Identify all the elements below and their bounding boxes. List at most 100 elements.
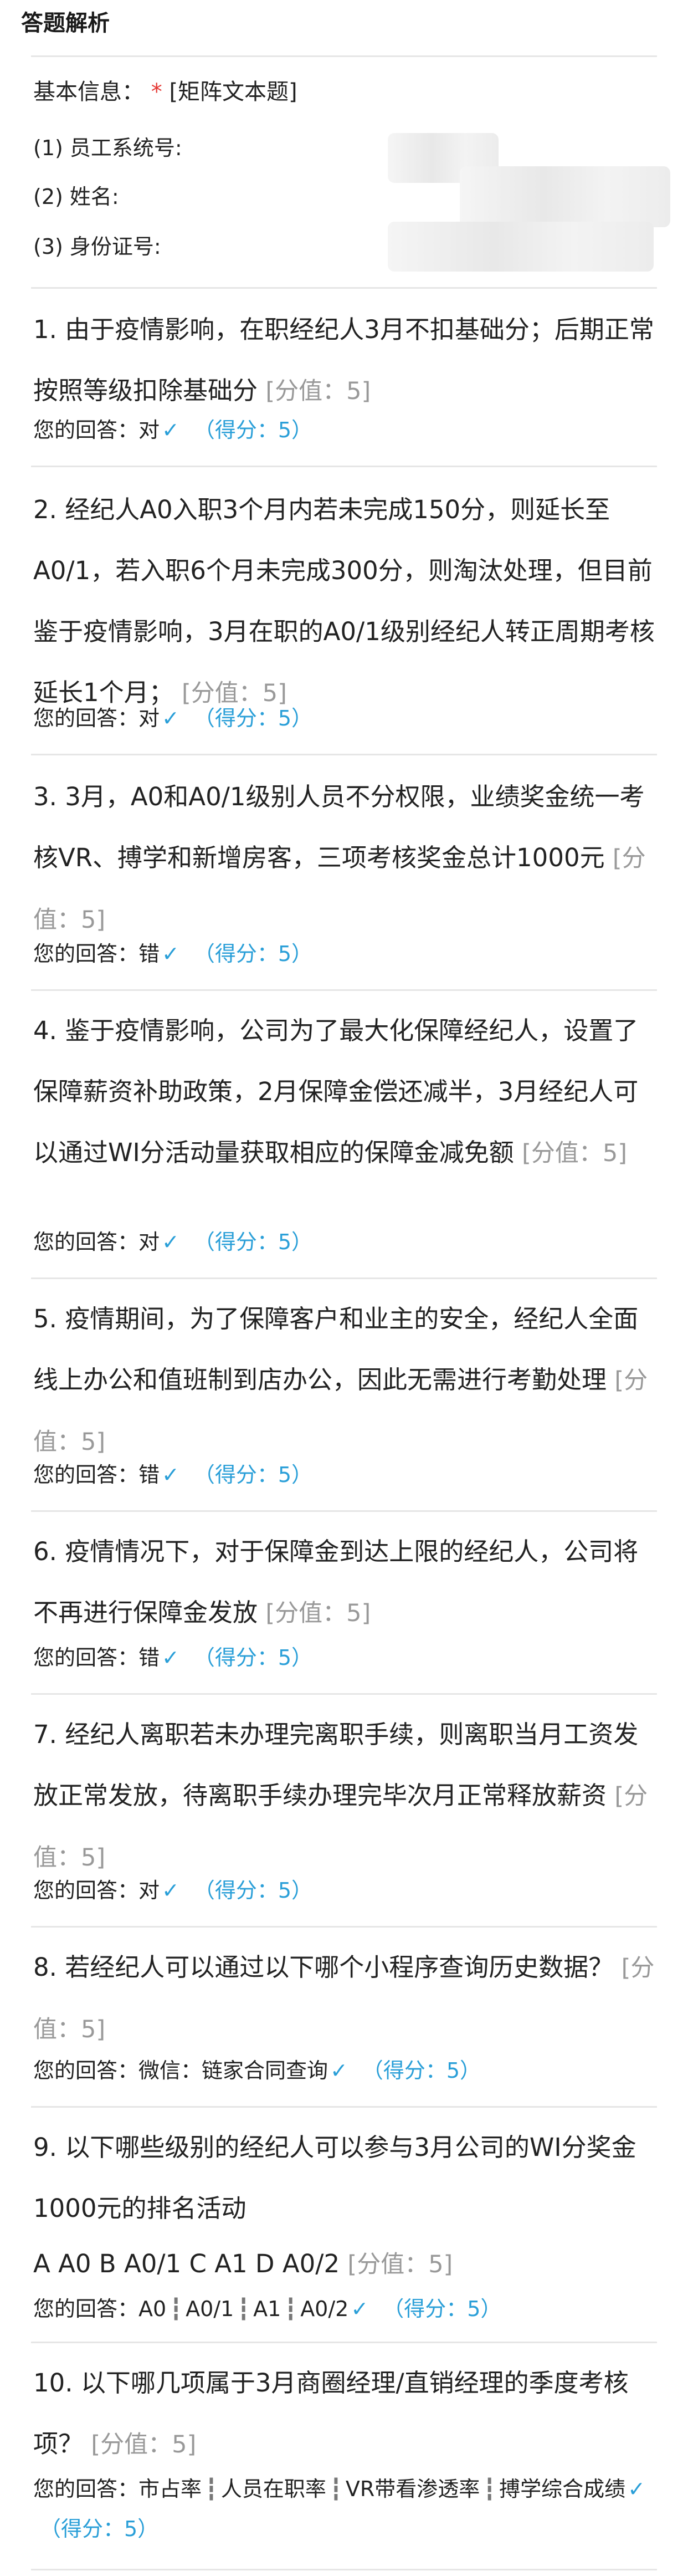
divider — [31, 2342, 657, 2343]
check-icon: ✓ — [162, 942, 179, 966]
points: （得分：5） — [40, 2517, 159, 2541]
separator: ┇ — [483, 2477, 496, 2501]
answer-row: 您的回答：对 ✓ （得分：5） — [33, 1870, 660, 1910]
answer-value: 对 — [138, 418, 160, 442]
divider — [31, 55, 657, 57]
question-text: 8. 若经纪人可以通过以下哪个小程序查询历史数据？ — [33, 1953, 614, 1982]
separator: ┇ — [170, 2297, 183, 2321]
answer-value: 错 — [138, 1463, 160, 1487]
answer-option: A1 — [253, 2297, 281, 2321]
points: （得分：5） — [193, 1230, 313, 1254]
field-employee-id: (1) 员工系统号: — [33, 136, 182, 160]
field-id-number: (3) 身份证号: — [33, 234, 161, 259]
answer-prefix: 您的回答： — [33, 418, 139, 442]
redacted-name — [460, 166, 670, 227]
divider — [31, 2106, 657, 2108]
check-icon: ✓ — [162, 1878, 179, 1903]
answer-option: A0/1 — [186, 2297, 234, 2321]
field-name: (2) 姓名: — [33, 185, 119, 209]
answer-option: 搏学综合成绩 — [499, 2477, 626, 2501]
question-text: 9. 以下哪些级别的经纪人可以参与3月公司的WI分奖金1000元的排名活动 — [33, 2133, 636, 2223]
options-text: A A0 B A0/1 C A1 D A0/2 — [33, 2249, 340, 2278]
separator: ┇ — [205, 2477, 218, 2501]
answer-prefix: 您的回答： — [33, 942, 139, 966]
answer-value: 错 — [138, 1645, 160, 1670]
check-icon: ✓ — [162, 1463, 179, 1487]
answer-option: 市占率 — [138, 2477, 202, 2501]
check-icon: ✓ — [628, 2477, 645, 2501]
answer-value: 对 — [138, 1230, 160, 1254]
points: （得分：5） — [383, 2297, 502, 2321]
question-1: 1. 由于疫情影响，在职经纪人3月不扣基础分；后期正常按照等级扣除基础分 [分值… — [33, 299, 660, 422]
answer-value: 对 — [138, 706, 160, 730]
answer-prefix: 您的回答： — [33, 2477, 139, 2501]
answer-prefix: 您的回答： — [33, 1463, 139, 1487]
check-icon: ✓ — [162, 1645, 179, 1670]
divider — [31, 1693, 657, 1695]
answer-prefix: 您的回答： — [33, 1645, 139, 1670]
points: （得分：5） — [193, 942, 313, 966]
basic-info-label: 基本信息： — [33, 79, 144, 105]
check-icon: ✓ — [162, 706, 179, 730]
answer-value: 微信：链家合同查询 — [138, 2058, 328, 2083]
answer-row: 您的回答：A0 ┇ A0/1 ┇ A1 ┇ A0/2 ✓ （得分：5） — [33, 2289, 660, 2329]
score-value: [分值：5] — [265, 377, 371, 405]
score-value: [分值：5] — [347, 2251, 453, 2278]
score-value: [分值：5] — [265, 1599, 371, 1627]
answer-prefix: 您的回答： — [33, 706, 139, 730]
question-text: 7. 经纪人离职若未办理完离职手续，则离职当月工资发放正常发放，待离职手续办理完… — [33, 1720, 639, 1810]
question-10: 10. 以下哪几项属于3月商圈经理/直销经理的季度考核项？ [分值：5] — [33, 2353, 660, 2475]
redacted-id-number — [388, 222, 654, 272]
check-icon: ✓ — [351, 2297, 369, 2321]
required-mark: * — [151, 79, 162, 105]
points: （得分：5） — [193, 418, 313, 442]
score-value: [分值：5] — [522, 1139, 628, 1167]
question-3: 3. 3月，A0和A0/1级别人员不分权限，业绩奖金统一考核VR、搏学和新增房客… — [33, 766, 660, 950]
answer-row: 您的回答：微信：链家合同查询 ✓ （得分：5） — [33, 2051, 660, 2091]
divider — [31, 2569, 657, 2570]
divider — [31, 466, 657, 467]
divider — [31, 1277, 657, 1279]
question-9: 9. 以下哪些级别的经纪人可以参与3月公司的WI分奖金1000元的排名活动 — [33, 2117, 660, 2239]
check-icon: ✓ — [330, 2058, 348, 2083]
answer-option: 人员在职率 — [220, 2477, 326, 2501]
divider — [31, 1926, 657, 1928]
separator: ┇ — [284, 2297, 297, 2321]
question-6: 6. 疫情情况下，对于保障金到达上限的经纪人，公司将不再进行保障金发放 [分值：… — [33, 1521, 660, 1644]
points: （得分：5） — [193, 1878, 313, 1903]
points: （得分：5） — [193, 706, 313, 730]
question-text: 2. 经纪人A0入职3个月内若未完成150分，则延长至A0/1，若入职6个月未完… — [33, 495, 655, 707]
answer-option: A0/2 — [300, 2297, 349, 2321]
separator: ┇ — [237, 2297, 250, 2321]
question-8: 8. 若经纪人可以通过以下哪个小程序查询历史数据？ [分值：5] — [33, 1937, 660, 2060]
answer-prefix: 您的回答： — [33, 2058, 139, 2083]
score-value: [分值：5] — [91, 2431, 197, 2459]
points: （得分：5） — [193, 1463, 313, 1487]
answer-row: 您的回答：对 ✓ （得分：5） — [33, 410, 660, 450]
question-text: 5. 疫情期间，为了保障客户和业主的安全，经纪人全面线上办公和值班制到店办公，因… — [33, 1304, 639, 1394]
question-4: 4. 鉴于疫情影响，公司为了最大化保障经纪人，设置了保障薪资补助政策，2月保障金… — [33, 1000, 660, 1184]
question-5: 5. 疫情期间，为了保障客户和业主的安全，经纪人全面线上办公和值班制到店办公，因… — [33, 1289, 660, 1473]
separator: ┇ — [329, 2477, 342, 2501]
answer-row: 您的回答：错 ✓ （得分：5） — [33, 1638, 660, 1678]
answer-prefix: 您的回答： — [33, 1230, 139, 1254]
answer-prefix: 您的回答： — [33, 2297, 139, 2321]
answer-row: 您的回答：错 ✓ （得分：5） — [33, 1455, 660, 1495]
answer-row: 您的回答：对 ✓ （得分：5） — [33, 698, 660, 738]
check-icon: ✓ — [162, 418, 179, 442]
answer-prefix: 您的回答： — [33, 1878, 139, 1903]
divider — [31, 1510, 657, 1512]
answer-value: 对 — [138, 1878, 160, 1903]
answer-row: 您的回答：对 ✓ （得分：5） — [33, 1222, 660, 1262]
question-text: 3. 3月，A0和A0/1级别人员不分权限，业绩奖金统一考核VR、搏学和新增房客… — [33, 782, 645, 872]
points: （得分：5） — [193, 1645, 313, 1670]
answer-row: 您的回答：市占率 ┇ 人员在职率 ┇ VR带看渗透率 ┇ 搏学综合成绩 ✓（得分：5） — [33, 2469, 660, 2549]
page-title: 答题解析 — [21, 11, 110, 36]
divider — [31, 287, 657, 289]
divider — [31, 754, 657, 755]
question-type: [矩阵文本题] — [169, 79, 297, 105]
question-2: 2. 经纪人A0入职3个月内若未完成150分，则延长至A0/1，若入职6个月未完… — [33, 479, 660, 724]
answer-option: VR带看渗透率 — [345, 2477, 480, 2501]
points: （得分：5） — [362, 2058, 481, 2083]
question-9-options: A A0 B A0/1 C A1 D A0/2 [分值：5] — [33, 2233, 660, 2295]
